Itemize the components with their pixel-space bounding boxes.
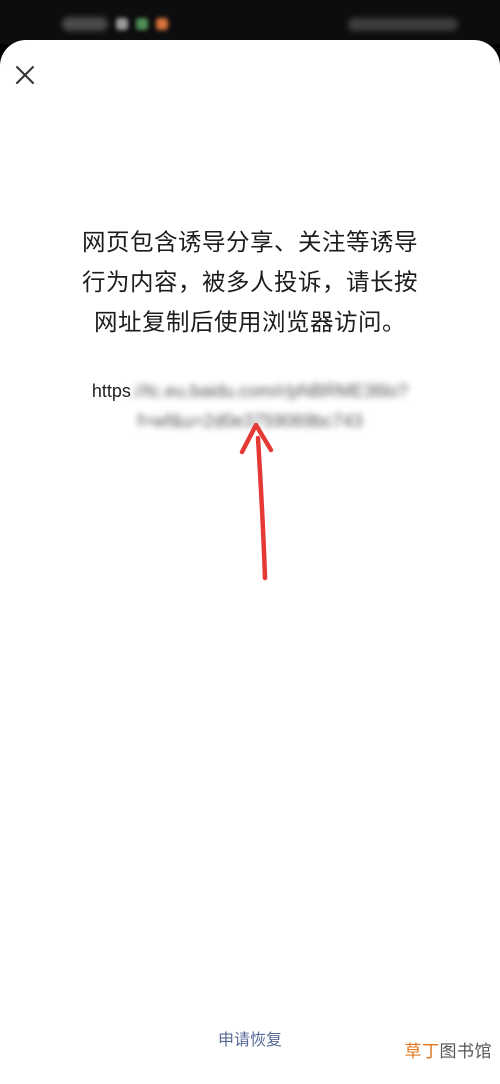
watermark-part-a: 草丁 (404, 1042, 440, 1062)
blocked-url[interactable]: https://tc.eu.baidu.com/r/pNBRME36lo?f=w… (40, 376, 460, 436)
url-blurred: ://tc.eu.baidu.com/r/pNBRME36lo?f=wf&u=2… (130, 381, 409, 431)
notification-icon (116, 18, 128, 30)
warning-message: 网页包含诱导分享、关注等诱导 行为内容，被多人投诉，请长按 网址复制后使用浏览器… (82, 228, 418, 336)
notification-icon (136, 18, 148, 30)
close-icon[interactable] (12, 62, 38, 88)
watermark-part-b: 图书馆 (439, 1042, 492, 1062)
phone-screen: 网页包含诱导分享、关注等诱导 行为内容，被多人投诉，请长按 网址复制后使用浏览器… (0, 0, 500, 1084)
status-time (62, 17, 108, 31)
status-indicators (348, 18, 458, 31)
status-bar (0, 0, 500, 44)
notification-icon (156, 18, 168, 30)
watermark: 草丁图书馆 (405, 1037, 493, 1062)
restore-request-button[interactable]: 申请恢复 (190, 1024, 310, 1056)
blocked-page-dialog (0, 40, 500, 1084)
url-prefix: https (91, 381, 131, 401)
